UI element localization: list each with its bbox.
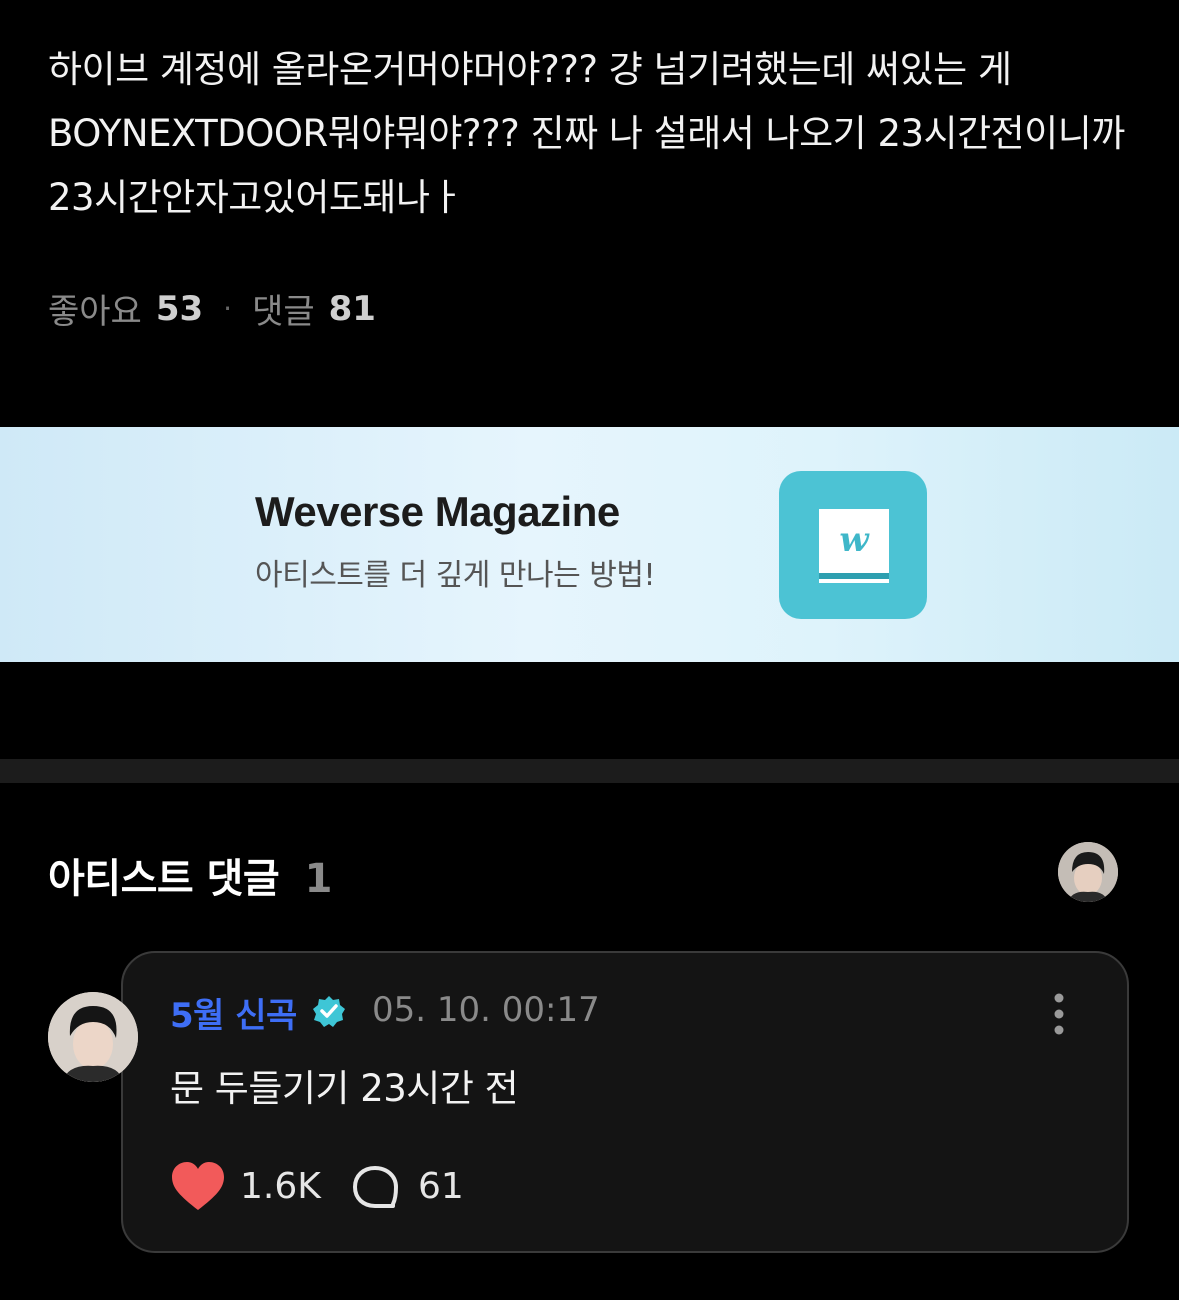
weverse-magazine-book-icon: w — [779, 471, 927, 619]
more-options-icon[interactable] — [1044, 992, 1074, 1036]
weverse-magazine-banner[interactable] — [0, 427, 1179, 662]
artist-comments-title: 아티스트 댓글 — [48, 856, 280, 902]
section-divider — [0, 759, 1179, 783]
logo-letter: w — [839, 520, 870, 560]
comment-author-avatar[interactable] — [48, 992, 138, 1082]
comment-text: 문 두들기기 23시간 전 — [170, 1067, 519, 1110]
post-body-text: 하이브 계정에 올라온거머야머야??? 걍 넘기려했는데 써있는 게 BOYNE… — [48, 48, 1125, 219]
comments-label[interactable]: 댓글 — [252, 284, 315, 333]
banner-title: Weverse Magazine — [255, 488, 620, 535]
post-stats: 좋아요 53 · 댓글 81 — [48, 284, 376, 333]
verified-badge-icon — [312, 994, 346, 1028]
artist-comments-count: 1 — [304, 856, 333, 902]
comments-count: 81 — [328, 288, 376, 329]
artist-avatar-small[interactable] — [1058, 842, 1118, 902]
banner-subtitle: 아티스트를 더 깊게 만나는 방법! — [255, 558, 655, 593]
comment-reply-count: 61 — [418, 1166, 464, 1207]
heart-icon[interactable] — [170, 1160, 226, 1214]
comment-like-count: 1.6K — [240, 1166, 321, 1207]
comment-timestamp: 05. 10. 00:17 — [372, 990, 600, 1030]
likes-count: 53 — [155, 288, 204, 329]
reply-bubble-icon[interactable] — [350, 1164, 400, 1212]
likes-label[interactable]: 좋아요 — [48, 284, 142, 333]
artist-comments-heading: 아티스트 댓글 1 — [48, 846, 333, 904]
comment-author-name[interactable]: 5월 신곡 — [170, 988, 297, 1037]
stats-separator: · — [223, 292, 233, 325]
